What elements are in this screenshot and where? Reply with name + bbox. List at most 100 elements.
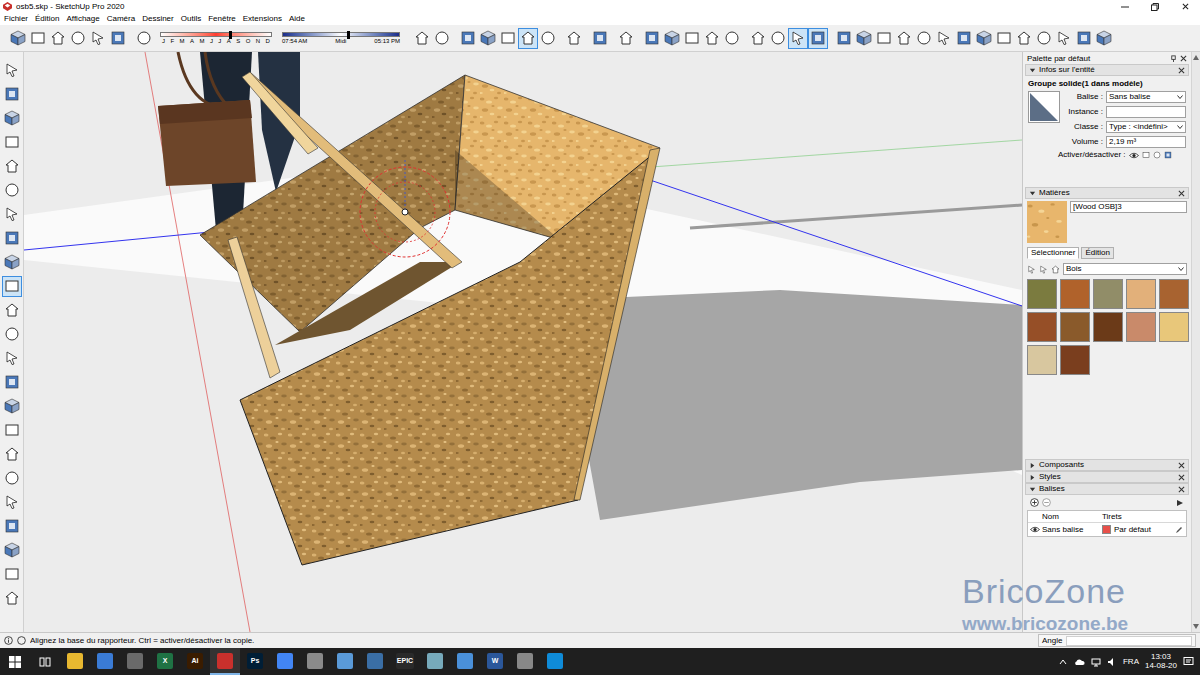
panel-section-header[interactable]: Infos sur l'entité: [1025, 64, 1189, 76]
taskbar-app[interactable]: EPIC: [390, 648, 420, 675]
model-scene[interactable]: [24, 52, 1022, 632]
material-swatch[interactable]: [1060, 312, 1090, 342]
library-select[interactable]: Bois: [1063, 263, 1187, 275]
close-icon[interactable]: [1178, 462, 1185, 469]
toolbar-button[interactable]: [914, 28, 934, 49]
toolbar-button[interactable]: [662, 28, 682, 49]
taskbar-app[interactable]: [420, 648, 450, 675]
panel-section-header[interactable]: Composants: [1025, 459, 1189, 471]
column-header[interactable]: Nom: [1042, 513, 1102, 521]
tray-arrow-icon[interactable]: [1059, 659, 1067, 665]
network-icon[interactable]: [1091, 657, 1101, 667]
eye-icon[interactable]: [1129, 152, 1139, 159]
taskbar-app[interactable]: [120, 648, 150, 675]
toolbar-button[interactable]: [458, 28, 478, 49]
toolbar-button[interactable]: [748, 28, 768, 49]
task-view-button[interactable]: [30, 648, 60, 675]
left-tool-button[interactable]: [2, 228, 22, 249]
toolbar-button[interactable]: [1014, 28, 1034, 49]
toolbar-button[interactable]: [616, 28, 636, 49]
pin-icon[interactable]: [1170, 55, 1177, 62]
notifications-icon[interactable]: [1183, 656, 1194, 667]
toolbar-button[interactable]: [88, 28, 108, 49]
measure-input[interactable]: [1066, 636, 1192, 646]
material-swatch[interactable]: [1060, 345, 1090, 375]
left-tool-button[interactable]: [2, 60, 22, 81]
date-slider[interactable]: [160, 32, 272, 37]
scroll-up-icon[interactable]: [1193, 55, 1199, 60]
toolbar-button[interactable]: [702, 28, 722, 49]
toolbar-button[interactable]: [518, 28, 538, 49]
close-icon[interactable]: [1178, 474, 1185, 481]
help-icon[interactable]: [17, 636, 26, 645]
left-tool-button[interactable]: [2, 564, 22, 585]
toolbar-button[interactable]: [108, 28, 128, 49]
column-header[interactable]: Tirets: [1102, 513, 1186, 521]
menu-item[interactable]: Caméra: [107, 15, 135, 23]
toolbar-button[interactable]: [682, 28, 702, 49]
panel-section-header[interactable]: Matières: [1025, 187, 1189, 199]
menu-item[interactable]: Affichage: [66, 15, 99, 23]
toolbar-button[interactable]: [722, 28, 742, 49]
left-tool-button[interactable]: [2, 276, 22, 297]
close-icon[interactable]: [1182, 3, 1189, 10]
left-tool-button[interactable]: [2, 132, 22, 153]
taskbar-app[interactable]: [90, 648, 120, 675]
material-swatch[interactable]: [1027, 312, 1057, 342]
left-tool-button[interactable]: [2, 468, 22, 489]
menu-item[interactable]: Fichier: [4, 15, 28, 23]
menu-item[interactable]: Édition: [35, 15, 59, 23]
minimize-button[interactable]: [1110, 0, 1140, 13]
toolbar-button[interactable]: [1074, 28, 1094, 49]
close-icon[interactable]: [1178, 67, 1185, 74]
toolbar-button[interactable]: [478, 28, 498, 49]
tag-row[interactable]: Sans balisePar défaut: [1028, 523, 1186, 536]
eye-icon[interactable]: [1030, 526, 1040, 533]
left-tool-button[interactable]: [2, 252, 22, 273]
left-tool-button[interactable]: [2, 540, 22, 561]
viewport[interactable]: [24, 52, 1022, 632]
taskbar-app[interactable]: [210, 648, 240, 675]
left-tool-button[interactable]: [2, 204, 22, 225]
toolbar-button[interactable]: [1034, 28, 1054, 49]
taskbar-app[interactable]: [360, 648, 390, 675]
taskbar-app[interactable]: X: [150, 648, 180, 675]
panel-scrollbar[interactable]: [1191, 52, 1200, 632]
expanded-arrow-icon[interactable]: [1029, 486, 1036, 493]
material-swatch[interactable]: [1159, 312, 1189, 342]
close-icon[interactable]: [1178, 190, 1185, 197]
toolbar-button[interactable]: [538, 28, 558, 49]
material-swatch[interactable]: [1027, 279, 1057, 309]
toolbar-button[interactable]: [498, 28, 518, 49]
left-tool-button[interactable]: [2, 300, 22, 321]
collapsed-arrow-icon[interactable]: [1029, 474, 1036, 481]
menu-item[interactable]: Fenêtre: [208, 15, 236, 23]
volume-icon[interactable]: [1107, 657, 1117, 667]
taskbar-app[interactable]: [330, 648, 360, 675]
time-slider[interactable]: [282, 32, 400, 37]
taskbar-app[interactable]: Ai: [180, 648, 210, 675]
taskbar-app[interactable]: Ps: [240, 648, 270, 675]
material-swatch[interactable]: [1060, 279, 1090, 309]
material-swatch[interactable]: [1093, 279, 1123, 309]
field-input[interactable]: 2,19 m³: [1106, 136, 1186, 148]
close-button[interactable]: [1170, 0, 1200, 13]
osb-box[interactable]: [200, 72, 660, 565]
material-swatch[interactable]: [1126, 279, 1156, 309]
taskbar-app[interactable]: [540, 648, 570, 675]
collapsed-arrow-icon[interactable]: [1029, 462, 1036, 469]
expanded-arrow-icon[interactable]: [1029, 190, 1036, 197]
menu-item[interactable]: Aide: [289, 15, 305, 23]
date-slider-thumb[interactable]: [229, 31, 232, 39]
toolbar-button[interactable]: [934, 28, 954, 49]
taskbar-app[interactable]: [270, 648, 300, 675]
menu-item[interactable]: Extensions: [243, 15, 282, 23]
toolbar-button[interactable]: [994, 28, 1014, 49]
material-swatch[interactable]: [1093, 312, 1123, 342]
remove-tag-icon[interactable]: [1042, 498, 1051, 507]
left-tool-button[interactable]: [2, 492, 22, 513]
material-name-input[interactable]: [Wood OSB]3: [1070, 201, 1187, 213]
toolbar-button[interactable]: [134, 28, 154, 49]
left-tool-button[interactable]: [2, 348, 22, 369]
details-arrow-icon[interactable]: [1176, 499, 1184, 507]
